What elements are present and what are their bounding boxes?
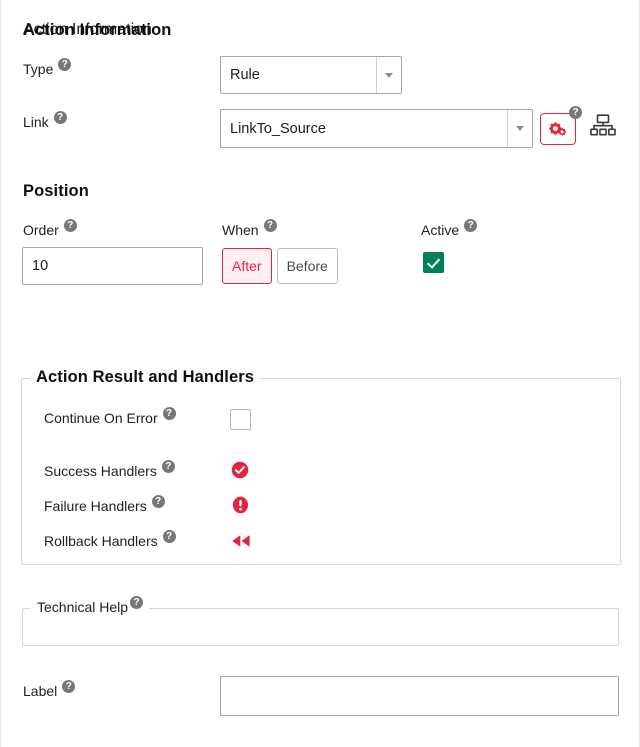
active-label: Active [421,222,459,238]
failure-handlers-label: Failure Handlers [44,498,147,514]
order-label: Order [23,222,59,238]
type-select[interactable]: Rule [220,56,402,94]
section-title-position: Position [23,182,89,201]
continue-on-error-label: Continue On Error [44,410,158,426]
link-select[interactable]: LinkTo_Source [220,109,533,148]
link-settings-button[interactable]: ? [540,113,576,145]
help-icon-when[interactable]: ? [264,219,277,232]
link-hierarchy-button[interactable] [590,114,616,143]
failure-handlers-button[interactable] [232,496,249,519]
help-icon-label-field[interactable]: ? [62,680,75,693]
link-label: Link [23,114,49,130]
success-handlers-label: Success Handlers [44,463,157,479]
help-icon-continue-on-error[interactable]: ? [163,407,176,420]
rollback-handlers-button[interactable] [231,534,251,553]
label-field-label-group: Label? [23,683,75,701]
type-label: Type [23,61,53,77]
technical-help-label: Technical Help [37,599,128,615]
when-toggle-group: After Before [222,248,338,284]
when-toggle-before[interactable]: Before [277,248,338,284]
label-input[interactable] [220,676,619,716]
help-icon-order[interactable]: ? [64,219,77,232]
gears-icon [548,120,569,138]
success-handlers-button[interactable] [231,461,249,484]
failure-handlers-label-group: Failure Handlers? [44,498,165,516]
technical-help-fieldset[interactable]: Technical Help? [22,608,619,646]
sitemap-icon [590,114,616,138]
help-icon-active[interactable]: ? [464,219,477,232]
exclamation-circle-icon [232,496,249,514]
when-label: When [222,222,259,238]
help-icon-rollback-handlers[interactable]: ? [163,530,176,543]
section-title-action-result-and-handlers: Action Result and Handlers [30,368,260,387]
active-checkbox[interactable] [423,252,444,273]
help-icon-technical-help[interactable]: ? [130,596,143,609]
page-title: Action Information [23,21,171,40]
help-icon-type[interactable]: ? [58,58,71,71]
active-label-group: Active? [421,222,477,240]
help-icon-failure-handlers[interactable]: ? [152,495,165,508]
action-result-and-handlers-fieldset: Action Result and Handlers Continue On E… [21,378,621,565]
action-editor-form: Action Information Action Information Ty… [0,0,640,747]
help-icon-link[interactable]: ? [54,111,67,124]
rollback-handlers-label: Rollback Handlers [44,533,158,549]
help-icon-success-handlers[interactable]: ? [162,460,175,473]
check-circle-icon [231,461,249,479]
help-icon-link-settings[interactable]: ? [569,106,582,119]
continue-on-error-checkbox[interactable] [230,409,251,430]
link-select-value: LinkTo_Source [221,110,507,147]
when-label-group: When? [222,222,277,240]
rewind-double-arrow-icon [231,534,251,548]
success-handlers-label-group: Success Handlers? [44,463,175,481]
when-toggle-after[interactable]: After [222,248,272,284]
type-select-value: Rule [221,57,376,93]
link-label-group: Link? [23,114,67,132]
chevron-down-icon-type[interactable] [376,57,401,93]
type-label-group: Type? [23,61,71,79]
order-label-group: Order? [23,222,77,240]
order-input[interactable]: 10 [22,247,203,285]
chevron-down-icon-link[interactable] [507,110,532,147]
technical-help-legend: Technical Help? [31,599,149,615]
continue-on-error-label-group: Continue On Error? [44,410,176,428]
label-field-label: Label [23,683,57,699]
rollback-handlers-label-group: Rollback Handlers? [44,533,176,551]
